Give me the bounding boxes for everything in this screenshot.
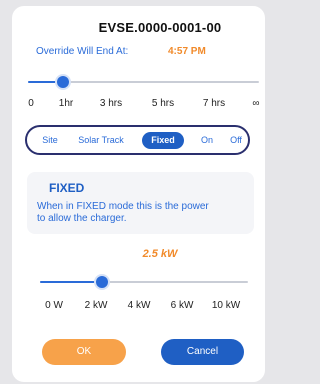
duration-tick: 5 hrs [151, 98, 175, 109]
duration-tick: 3 hrs [99, 98, 123, 109]
dialog-title: EVSE.0000-0001-00 [98, 20, 222, 35]
mode-solar-track[interactable]: Solar Track [73, 132, 129, 149]
power-tick: 2 kW [84, 300, 108, 311]
mode-info-text-line: When in FIXED mode this is the power [37, 201, 209, 212]
mode-fixed[interactable]: Fixed [142, 132, 184, 149]
override-label: Override Will End At: [36, 46, 129, 57]
power-tick: 0 W [45, 300, 63, 311]
power-tick: 10 kW [211, 300, 241, 311]
duration-tick: 0 [28, 98, 34, 109]
mode-info-heading: FIXED [49, 181, 85, 195]
power-slider[interactable] [40, 276, 248, 288]
mode-info-text: When in FIXED mode this is the power to … [37, 201, 244, 225]
power-slider-fill [40, 281, 103, 283]
mode-selector: Site Solar Track Fixed On Off [25, 125, 250, 155]
cancel-button[interactable]: Cancel [161, 339, 244, 365]
duration-tick: ∞ [252, 98, 260, 109]
override-time: 4:57 PM [168, 46, 206, 57]
power-value: 2.5 kW [142, 248, 178, 260]
mode-site[interactable]: Site [39, 132, 61, 149]
power-tick: 6 kW [170, 300, 194, 311]
mode-info-panel: FIXED When in FIXED mode this is the pow… [27, 172, 254, 234]
ok-button[interactable]: OK [42, 339, 126, 365]
mode-info-text-line: to allow the charger. [37, 213, 127, 224]
mode-off[interactable]: Off [226, 132, 246, 149]
duration-slider-thumb[interactable] [56, 76, 69, 88]
duration-slider[interactable] [28, 76, 259, 88]
duration-tick: 1hr [58, 98, 74, 109]
power-tick: 4 kW [127, 300, 151, 311]
mode-on[interactable]: On [197, 132, 217, 149]
duration-tick: 7 hrs [202, 98, 226, 109]
